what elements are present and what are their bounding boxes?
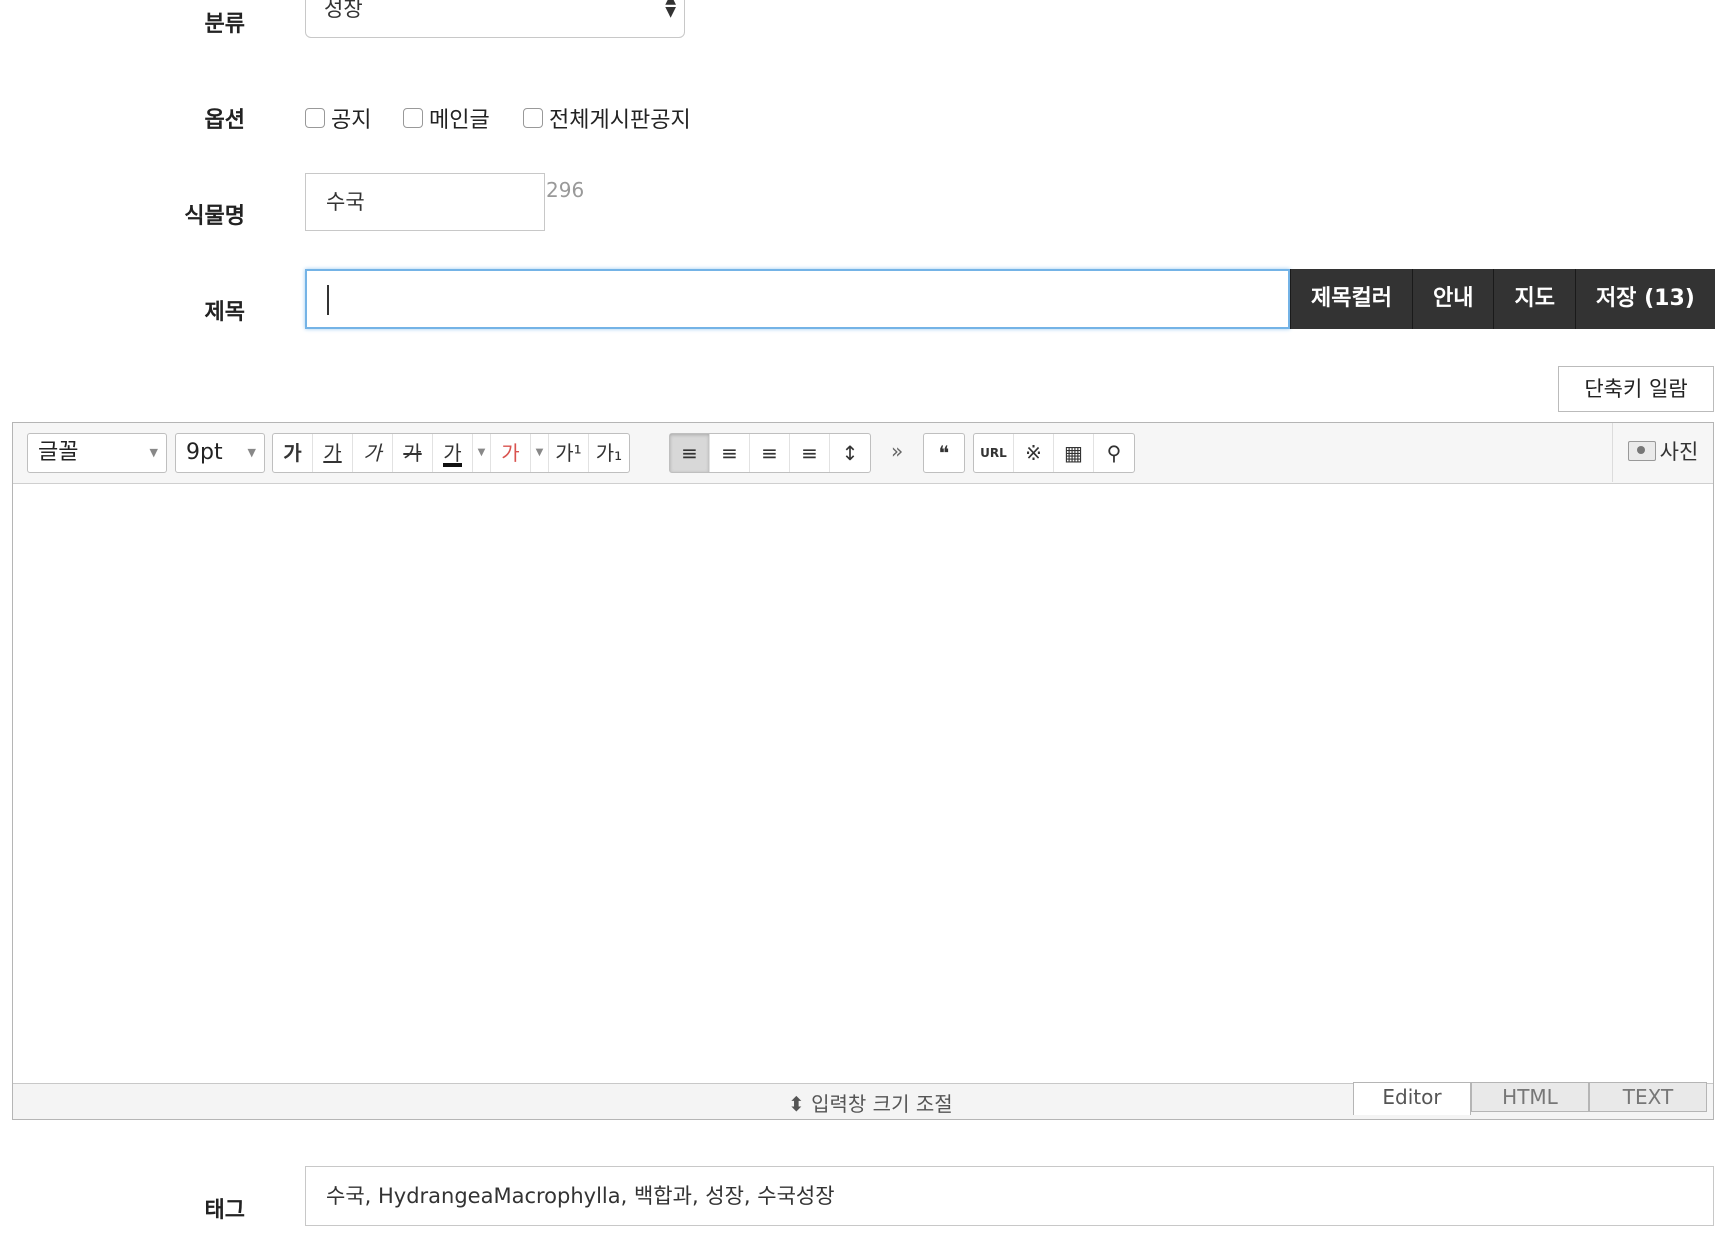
font-color-dropdown-icon[interactable]: ▼ (473, 434, 491, 472)
find-icon[interactable]: ⚲ (1094, 434, 1134, 472)
dropdown-arrow-icon: ▼ (247, 446, 256, 459)
camera-icon (1627, 441, 1656, 461)
special-char-icon[interactable]: ※ (1014, 434, 1054, 472)
option-main-post-label: 메인글 (429, 108, 490, 133)
insert-group: URL ※ ▦ ⚲ (973, 433, 1135, 473)
align-left-icon[interactable]: ≡ (670, 434, 710, 472)
category-select[interactable]: 성장 ▲▼ (305, 0, 685, 38)
editor-mode-tabs: Editor HTML TEXT (1353, 1082, 1707, 1115)
font-size-select[interactable]: 9pt ▼ (175, 433, 265, 473)
select-arrows-icon: ▲▼ (665, 0, 676, 20)
tab-text[interactable]: TEXT (1589, 1082, 1707, 1112)
tags-label: 태그 (204, 1198, 245, 1223)
editor-toolbar: 글꼴 ▼ 9pt ▼ 가 가 가 가 가 ▼ 가 ▼ 가¹ 가₁ ≡ ≡ ≡ ≡ (13, 423, 1713, 484)
title-input[interactable] (305, 269, 1290, 329)
quote-group: ❝ (923, 433, 965, 473)
category-label: 분류 (204, 12, 245, 37)
options-label: 옵션 (204, 108, 245, 133)
quote-icon[interactable]: ❝ (924, 434, 964, 472)
map-button[interactable]: 지도 (1493, 269, 1575, 329)
subscript-icon[interactable]: 가₁ (589, 434, 629, 472)
option-notice-label: 공지 (331, 108, 372, 133)
photo-button[interactable]: 사진 (1612, 423, 1713, 482)
title-color-button[interactable]: 제목컬러 (1290, 269, 1412, 329)
align-right-icon[interactable]: ≡ (750, 434, 790, 472)
superscript-icon[interactable]: 가¹ (549, 434, 589, 472)
option-main-post[interactable]: 메인글 (403, 104, 490, 133)
font-family-value: 글꼴 (38, 440, 79, 465)
all-board-notice-checkbox[interactable] (523, 108, 543, 128)
tab-editor[interactable]: Editor (1353, 1082, 1471, 1115)
url-link-icon[interactable]: URL (974, 434, 1014, 472)
guide-button[interactable]: 안내 (1411, 269, 1494, 329)
option-all-board-notice-label: 전체게시판공지 (549, 108, 691, 133)
title-actions: 제목컬러 안내 지도 저장 (13) (1290, 269, 1715, 329)
category-select-value: 성장 (324, 0, 363, 21)
underline-icon[interactable]: 가 (313, 434, 353, 472)
text-format-group: 가 가 가 가 가 ▼ 가 ▼ 가¹ 가₁ (272, 433, 630, 473)
highlight-dropdown-icon[interactable]: ▼ (531, 434, 549, 472)
editor-footer: ⬍ 입력창 크기 조절 Editor HTML TEXT (13, 1082, 1713, 1119)
tags-input[interactable]: 수국, HydrangeaMacrophylla, 백합과, 성장, 수국성장 (305, 1166, 1714, 1226)
rich-text-editor: 글꼴 ▼ 9pt ▼ 가 가 가 가 가 ▼ 가 ▼ 가¹ 가₁ ≡ ≡ ≡ ≡ (12, 422, 1714, 1120)
option-notice[interactable]: 공지 (305, 104, 372, 133)
dropdown-arrow-icon: ▼ (149, 446, 158, 459)
title-label: 제목 (204, 300, 245, 325)
editor-content-area[interactable] (13, 484, 1713, 1084)
bold-icon[interactable]: 가 (273, 434, 313, 472)
photo-label: 사진 (1659, 440, 1699, 464)
resize-editor-handle[interactable]: ⬍ 입력창 크기 조절 (788, 1088, 953, 1117)
text-caret (327, 285, 329, 315)
font-size-value: 9pt (186, 440, 223, 465)
font-family-select[interactable]: 글꼴 ▼ (27, 433, 167, 473)
highlight-icon[interactable]: 가 (491, 434, 531, 472)
main-post-checkbox[interactable] (403, 108, 423, 128)
option-all-board-notice[interactable]: 전체게시판공지 (523, 104, 691, 133)
align-justify-icon[interactable]: ≡ (790, 434, 830, 472)
line-height-icon[interactable]: ↕ (830, 434, 870, 472)
notice-checkbox[interactable] (305, 108, 325, 128)
alignment-group: ≡ ≡ ≡ ≡ ↕ (669, 433, 871, 473)
shortcut-list-button[interactable]: 단축키 일람 (1558, 366, 1714, 412)
font-color-icon[interactable]: 가 (433, 434, 473, 472)
save-button[interactable]: 저장 (13) (1574, 269, 1715, 329)
more-tools-icon[interactable]: » (891, 439, 903, 463)
italic-icon[interactable]: 가 (353, 434, 393, 472)
plant-count: 296 (546, 178, 585, 202)
plant-name-label: 식물명 (184, 204, 245, 229)
table-icon[interactable]: ▦ (1054, 434, 1094, 472)
plant-name-input[interactable]: 수국 (305, 173, 545, 231)
tab-html[interactable]: HTML (1471, 1082, 1589, 1112)
strikethrough-icon[interactable]: 가 (393, 434, 433, 472)
align-center-icon[interactable]: ≡ (710, 434, 750, 472)
